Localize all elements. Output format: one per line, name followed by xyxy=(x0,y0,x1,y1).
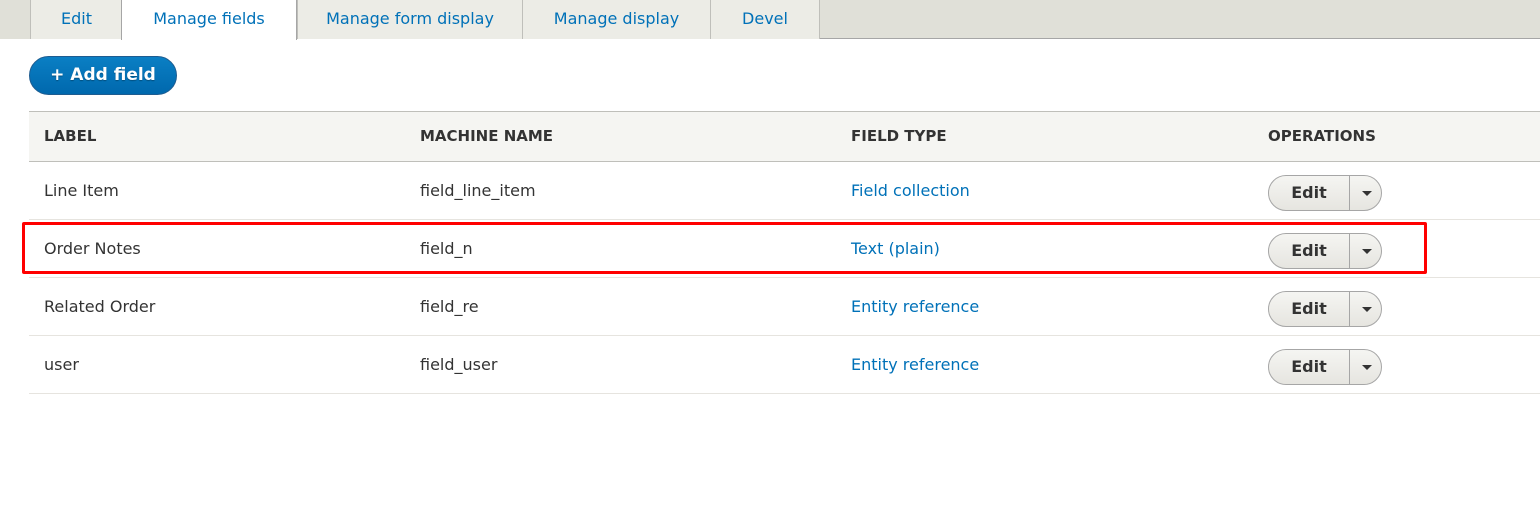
dropdown-arrow-icon[interactable] xyxy=(1350,350,1381,384)
dropdown-arrow-icon[interactable] xyxy=(1350,234,1381,268)
header-label: LABEL xyxy=(44,127,97,145)
field-type-link[interactable]: Entity reference xyxy=(851,336,979,393)
field-label: Related Order xyxy=(44,297,156,316)
table-header: LABEL MACHINE NAME FIELD TYPE OPERATIONS xyxy=(29,111,1540,162)
field-type-link[interactable]: Field collection xyxy=(851,162,970,219)
tab-manage-form-display[interactable]: Manage form display xyxy=(297,0,522,39)
tabbar-edge xyxy=(0,0,30,39)
header-operations: OPERATIONS xyxy=(1268,127,1376,145)
header-field-type: FIELD TYPE xyxy=(851,127,947,145)
header-machine-name: MACHINE NAME xyxy=(420,127,554,145)
operations-dropbutton: Edit xyxy=(1268,175,1382,211)
field-label: Line Item xyxy=(44,181,119,200)
field-machine-name: field_line_item xyxy=(420,181,536,200)
field-label: Order Notes xyxy=(44,239,141,258)
fields-table: LABEL MACHINE NAME FIELD TYPE OPERATIONS… xyxy=(29,111,1540,394)
field-machine-name: field_re xyxy=(420,297,479,316)
field-label: user xyxy=(44,355,79,374)
operations-dropbutton: Edit xyxy=(1268,233,1382,269)
edit-button[interactable]: Edit xyxy=(1269,176,1350,210)
tab-manage-fields[interactable]: Manage fields xyxy=(121,0,297,40)
field-machine-name: field_n xyxy=(420,239,473,258)
dropdown-arrow-icon[interactable] xyxy=(1350,292,1381,326)
field-type-link[interactable]: Text (plain) xyxy=(851,220,940,277)
field-machine-name: field_user xyxy=(420,355,498,374)
tab-devel[interactable]: Devel xyxy=(710,0,820,39)
operations-dropbutton: Edit xyxy=(1268,349,1382,385)
add-field-button[interactable]: + Add field xyxy=(29,56,177,95)
field-type-link[interactable]: Entity reference xyxy=(851,278,979,335)
secondary-tabs: Edit Manage fields Manage form display M… xyxy=(0,0,1540,40)
table-row: Line Item field_line_item Field collecti… xyxy=(29,162,1540,220)
tab-manage-display[interactable]: Manage display xyxy=(522,0,710,39)
tab-edit[interactable]: Edit xyxy=(30,0,122,39)
table-row: user field_user Entity reference Edit xyxy=(29,336,1540,394)
dropdown-arrow-icon[interactable] xyxy=(1350,176,1381,210)
edit-button[interactable]: Edit xyxy=(1269,292,1350,326)
table-row: Order Notes field_n Text (plain) Edit xyxy=(29,220,1540,278)
operations-dropbutton: Edit xyxy=(1268,291,1382,327)
edit-button[interactable]: Edit xyxy=(1269,350,1350,384)
table-row: Related Order field_re Entity reference … xyxy=(29,278,1540,336)
edit-button[interactable]: Edit xyxy=(1269,234,1350,268)
